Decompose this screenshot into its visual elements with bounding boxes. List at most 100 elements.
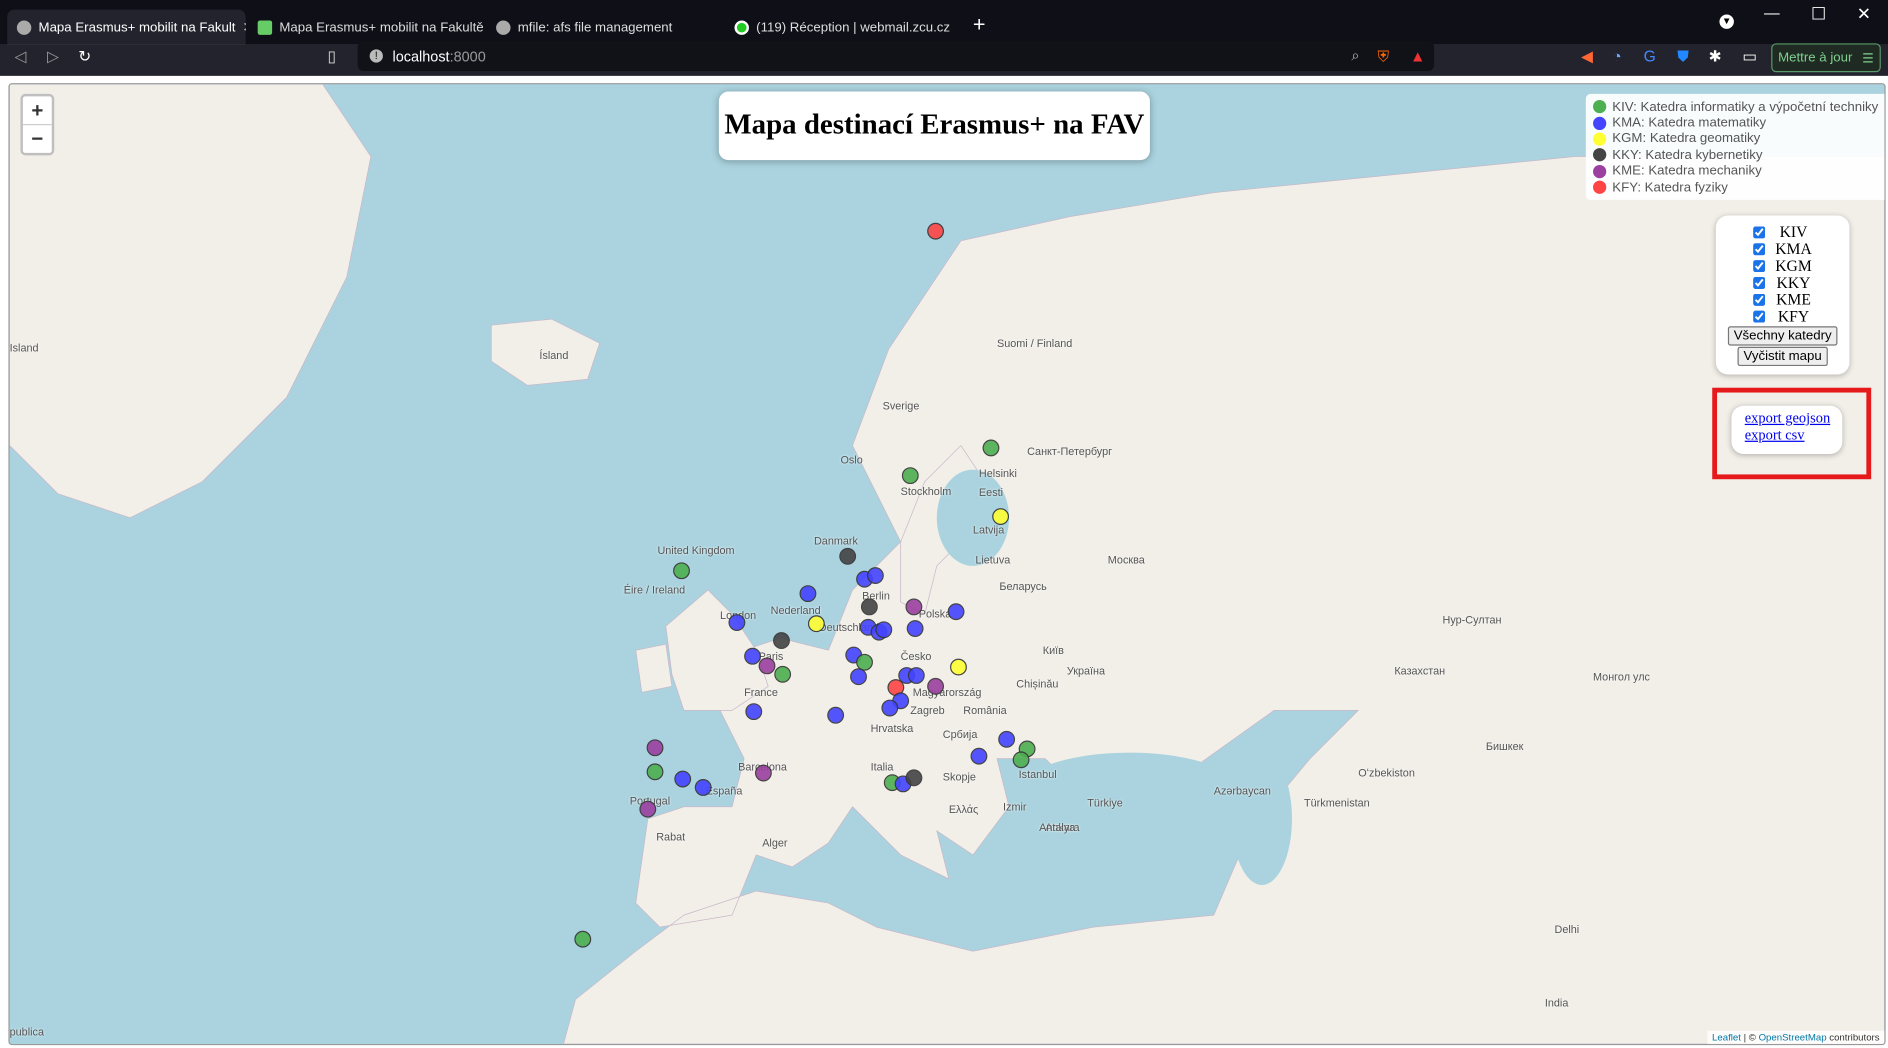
extension-clock-icon[interactable]: ◔	[1612, 47, 1621, 65]
marker-kgm[interactable]	[950, 658, 967, 676]
back-button[interactable]: ◁	[14, 47, 26, 66]
marker-kgm[interactable]	[807, 615, 825, 633]
wallet-icon[interactable]: ▭	[1742, 47, 1757, 66]
url-port: :8000	[449, 47, 486, 65]
marker-kma[interactable]	[998, 730, 1016, 748]
tab-mapa-erasmus-2[interactable]: Mapa Erasmus+ mobilit na Fakultě apl	[248, 10, 484, 45]
marker-kfy[interactable]	[927, 222, 945, 240]
marker-kky[interactable]	[773, 632, 790, 650]
tab-search-icon[interactable]: ▼	[1719, 14, 1734, 29]
marker-kme[interactable]	[905, 598, 923, 616]
bookmark-icon[interactable]: ▯	[328, 47, 337, 66]
filter-checkbox-kma[interactable]	[1752, 243, 1765, 256]
marker-kme[interactable]	[646, 739, 664, 757]
map-label: Antalya	[1039, 821, 1076, 834]
filter-checkbox-kiv[interactable]	[1752, 226, 1765, 239]
tab-title: Mapa Erasmus+ mobilit na Fakult	[38, 19, 236, 35]
zoom-out-button[interactable]: −	[23, 125, 52, 153]
marker-kma[interactable]	[694, 779, 712, 796]
filter-kma: KMA	[1716, 240, 1850, 258]
filter-checkbox-kgm[interactable]	[1752, 260, 1765, 273]
extension-megaphone-icon[interactable]: ◀	[1581, 47, 1593, 66]
legend-item-kiv: KIV: Katedra informatiky a výpočetní tec…	[1593, 99, 1882, 115]
maximize-button[interactable]: ☐	[1811, 4, 1826, 24]
close-window-button[interactable]: ✕	[1857, 4, 1871, 24]
marker-kky[interactable]	[860, 598, 878, 616]
osm-link[interactable]: OpenStreetMap	[1759, 1032, 1827, 1043]
marker-kma[interactable]	[728, 614, 746, 631]
attribution-text: contributors	[1826, 1031, 1880, 1043]
map-label: Санкт-Петербург	[1027, 445, 1113, 458]
all-departments-button[interactable]: Všechny katedry	[1727, 326, 1838, 346]
marker-kma[interactable]	[745, 703, 763, 721]
marker-kiv[interactable]	[673, 562, 690, 580]
marker-kiv[interactable]	[901, 467, 919, 485]
extensions-icon[interactable]: ✱	[1709, 47, 1722, 66]
url-host: localhost	[392, 47, 450, 65]
filter-checkbox-kme[interactable]	[1752, 293, 1765, 306]
minimize-button[interactable]: —	[1764, 4, 1780, 22]
marker-kme[interactable]	[758, 657, 776, 675]
address-bar[interactable]: ! localhost:8000 ⌕	[357, 40, 1435, 72]
marker-kiv[interactable]	[774, 665, 792, 683]
tab-webmail[interactable]: (119) Réception | webmail.zcu.cz	[725, 10, 961, 45]
filter-checkbox-kky[interactable]	[1752, 276, 1765, 289]
zoom-in-button[interactable]: +	[22, 96, 52, 126]
marker-kma[interactable]	[906, 620, 924, 637]
bitwarden-icon[interactable]: ⛊	[1677, 47, 1689, 66]
map[interactable]: Ísland Suomi / Finland Sverige Oslo Stockhol…	[8, 83, 1886, 1046]
marker-kma[interactable]	[881, 699, 899, 717]
legend-label: KIV: Katedra informatiky a výpočetní tec…	[1612, 99, 1879, 115]
leaflet-link[interactable]: Leaflet	[1712, 1032, 1741, 1043]
tab-mapa-erasmus[interactable]: Mapa Erasmus+ mobilit na Fakult ✕	[7, 9, 246, 45]
marker-kiv[interactable]	[646, 763, 664, 781]
map-label: Ελλάς	[948, 803, 979, 816]
map-label: Suomi / Finland	[996, 337, 1073, 350]
marker-kme[interactable]	[927, 677, 945, 695]
map-label: Danmark	[813, 534, 858, 547]
marker-kma[interactable]	[850, 668, 867, 686]
marker-kma[interactable]	[875, 621, 893, 639]
update-button[interactable]: Mettre à jour ☰	[1771, 43, 1881, 73]
legend-item-kfy: KFY: Katedra fyziky	[1593, 179, 1882, 195]
map-tiles	[9, 84, 1885, 1044]
new-tab-button[interactable]: +	[973, 12, 986, 37]
export-geojson-link[interactable]: export geojson	[1745, 409, 1843, 426]
favicon-icon	[257, 19, 273, 35]
marker-kma[interactable]	[866, 567, 884, 584]
brave-shield-icon[interactable]: ⛨	[1377, 47, 1389, 66]
marker-kiv[interactable]	[982, 439, 1000, 457]
map-label: India	[1544, 996, 1569, 1010]
marker-kme[interactable]	[639, 800, 657, 818]
tab-mfile[interactable]: mfile: afs file management	[486, 10, 722, 45]
map-label: Oʻzbekiston	[1358, 767, 1415, 780]
brave-rewards-icon[interactable]: ▲	[1410, 47, 1426, 65]
close-tab-icon[interactable]: ✕	[243, 19, 246, 34]
google-translate-icon[interactable]: G	[1644, 47, 1656, 65]
marker-kiv[interactable]	[1012, 751, 1030, 769]
export-csv-link[interactable]: export csv	[1745, 426, 1843, 443]
marker-kma[interactable]	[970, 747, 988, 765]
marker-kiv[interactable]	[574, 930, 592, 948]
zoom-icon[interactable]: ⌕	[1351, 47, 1359, 65]
legend-label: KGM: Katedra geomatiky	[1612, 131, 1761, 147]
marker-kky[interactable]	[905, 769, 923, 787]
legend-dot	[1593, 116, 1607, 130]
marker-kma[interactable]	[674, 770, 692, 788]
marker-kma[interactable]	[827, 706, 845, 724]
filter-checkbox-kfy[interactable]	[1752, 310, 1765, 323]
filter-kgm: KGM	[1716, 256, 1850, 275]
clear-map-button[interactable]: Vyčistit mapu	[1737, 346, 1828, 367]
marker-kma[interactable]	[799, 585, 817, 603]
marker-kgm[interactable]	[992, 508, 1010, 525]
marker-kme[interactable]	[754, 764, 772, 782]
reload-button[interactable]: ↻	[78, 47, 91, 66]
info-icon[interactable]: !	[369, 49, 383, 63]
legend-label: KFY: Katedra fyziky	[1612, 180, 1728, 195]
marker-kky[interactable]	[839, 547, 857, 565]
map-label: Island	[9, 341, 39, 355]
marker-kma[interactable]	[947, 603, 965, 621]
marker-kma[interactable]	[907, 667, 925, 684]
forward-button[interactable]: ▷	[47, 47, 59, 66]
map-label: Rabat	[656, 830, 686, 843]
